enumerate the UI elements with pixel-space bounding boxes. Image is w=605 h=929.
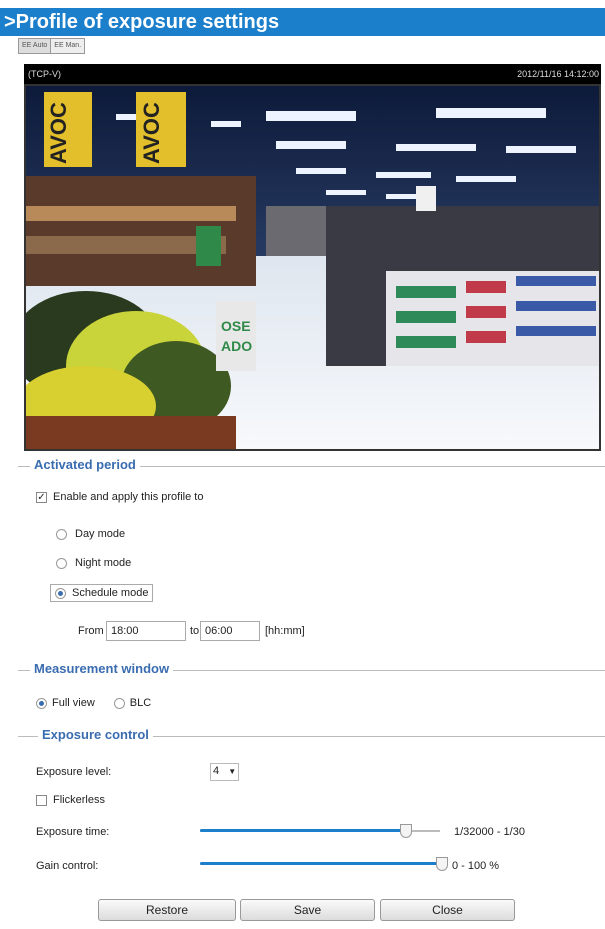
video-preview[interactable]: AVOC AVOC OSE ADO: [24, 84, 601, 451]
mini-button-1[interactable]: EE Auto: [19, 39, 52, 53]
to-time-input[interactable]: 06:00: [200, 621, 260, 641]
chevron-down-icon: ▼: [228, 767, 237, 776]
close-button[interactable]: Close: [380, 899, 515, 921]
night-mode-radio[interactable]: [56, 557, 67, 569]
full-view-radio[interactable]: [36, 697, 47, 709]
full-view-label: Full view: [52, 697, 95, 709]
save-button[interactable]: Save: [240, 899, 375, 921]
exposure-level-value: 4: [213, 765, 220, 777]
exposure-time-thumb[interactable]: [400, 824, 412, 838]
enable-label: Enable and apply this profile to: [53, 491, 204, 503]
time-format-hint: [hh:mm]: [265, 625, 305, 637]
schedule-mode-radio[interactable]: [55, 587, 66, 599]
exposure-time-range: 1/32000 - 1/30: [454, 826, 525, 838]
blc-radio[interactable]: [113, 697, 125, 709]
legend-measurement-window: Measurement window: [30, 661, 174, 676]
gain-control-range: 0 - 100 %: [452, 860, 500, 872]
svg-text:AVOC: AVOC: [46, 102, 71, 164]
video-timestamp: 2012/11/16 14:12:00: [517, 69, 599, 79]
exposure-level-label: Exposure level:: [36, 766, 112, 778]
gain-control-thumb[interactable]: [436, 857, 448, 871]
mode-schedule-row: Schedule mode: [50, 584, 154, 602]
enable-row: ✓ Enable and apply this profile to: [36, 491, 203, 503]
exposure-time-label: Exposure time:: [36, 826, 110, 838]
stream-label: (TCP-V): [28, 69, 61, 79]
restore-button[interactable]: Restore: [98, 899, 236, 921]
from-label: From: [78, 625, 104, 637]
mode-night-row: Night mode: [56, 557, 131, 569]
flickerless-row: Flickerless: [36, 794, 105, 806]
svg-text:OSE: OSE: [221, 318, 251, 334]
flickerless-checkbox[interactable]: [36, 794, 47, 806]
legend-activated-period: Activated period: [30, 457, 140, 472]
exposure-time-slider[interactable]: [200, 824, 440, 840]
legend-exposure-control: Exposure control: [38, 727, 153, 742]
flickerless-label: Flickerless: [53, 794, 105, 806]
mini-toolbar: EE Auto EE Man.: [18, 38, 86, 54]
video-header: (TCP-V) 2012/11/16 14:12:00: [24, 64, 601, 84]
enable-checkbox[interactable]: ✓: [36, 491, 47, 503]
from-time-input[interactable]: 18:00: [106, 621, 186, 641]
exposure-time-track: [200, 829, 405, 832]
page-title: >Profile of exposure settings: [0, 8, 605, 36]
svg-text:AVOC: AVOC: [139, 102, 164, 164]
gain-control-track: [200, 862, 441, 865]
schedule-mode-label: Schedule mode: [72, 587, 149, 599]
to-label: to: [190, 625, 200, 637]
exposure-level-select[interactable]: 4 ▼: [210, 763, 240, 781]
day-mode-radio[interactable]: [56, 528, 67, 540]
day-mode-label: Day mode: [75, 528, 126, 540]
night-mode-label: Night mode: [75, 557, 132, 569]
mini-button-2[interactable]: EE Man.: [51, 39, 85, 53]
gain-control-slider[interactable]: [200, 857, 448, 873]
video-image: AVOC AVOC OSE ADO: [26, 86, 599, 449]
measurement-options: Full view BLC: [36, 697, 151, 709]
mode-day-row: Day mode: [56, 528, 125, 540]
blc-label: BLC: [129, 697, 152, 709]
gain-control-label: Gain control:: [36, 860, 99, 872]
svg-text:ADO: ADO: [221, 338, 252, 354]
